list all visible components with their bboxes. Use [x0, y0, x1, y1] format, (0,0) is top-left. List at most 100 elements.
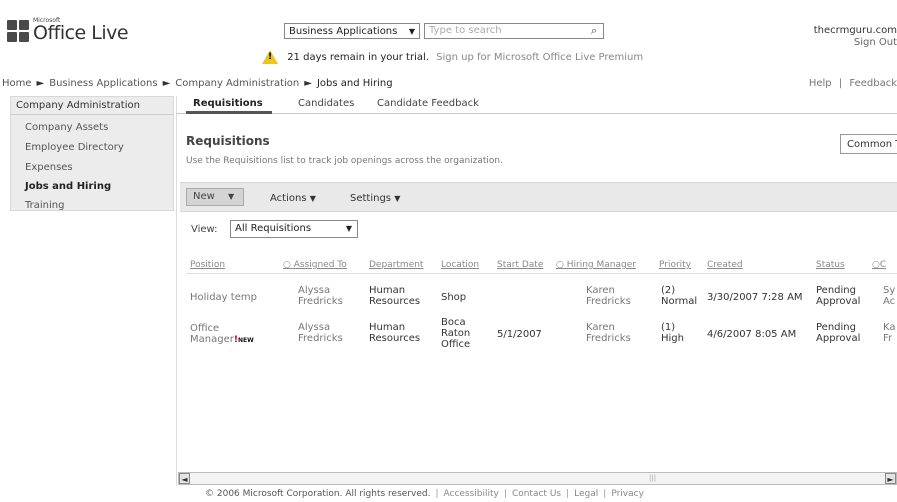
column-header-department[interactable]: Department: [369, 260, 423, 270]
help-separator: |: [838, 78, 843, 89]
feedback-link[interactable]: Feedback: [849, 78, 897, 89]
brand-name: Office Live: [33, 22, 129, 44]
column-header-location[interactable]: Location: [441, 260, 479, 270]
column-filter-icon: ○: [872, 260, 880, 270]
column-filter-icon: ○: [556, 260, 564, 270]
scroll-right-icon[interactable]: ►: [885, 473, 896, 484]
breadcrumb-business-applications[interactable]: Business Applications: [49, 78, 157, 89]
footer-link-legal[interactable]: Legal: [574, 489, 598, 499]
cell-location: Boca Raton Office: [441, 317, 471, 350]
active-tab-indicator: [186, 111, 272, 114]
breadcrumb-arrow-icon: ►: [304, 78, 312, 89]
help-link[interactable]: Help: [809, 78, 832, 89]
office-live-logo[interactable]: Microsoft Office Live: [7, 17, 157, 49]
cell-department: Human Resources: [369, 285, 421, 307]
sidebar-item-training[interactable]: Training: [25, 200, 64, 211]
footer: © 2006 Microsoft Corporation. All rights…: [205, 489, 644, 499]
search-placeholder: Type to search: [429, 25, 502, 36]
cell-status: Pending Approval: [816, 322, 861, 344]
sidebar-item-employee-directory[interactable]: Employee Directory: [25, 142, 124, 153]
column-header-assigned-to-label: Assigned To: [293, 260, 347, 270]
breadcrumb-home[interactable]: Home: [2, 78, 32, 89]
footer-link-contact-us[interactable]: Contact Us: [512, 489, 561, 499]
cell-status: Pending Approval: [816, 285, 861, 307]
office-logo-icon: [7, 20, 29, 42]
sign-out-link[interactable]: Sign Out: [814, 37, 897, 49]
cell-start-date: 5/1/2007: [497, 329, 542, 340]
view-select[interactable]: All Requisitions ▼: [230, 220, 358, 238]
tab-candidates[interactable]: Candidates: [298, 98, 354, 109]
view-label: View:: [191, 224, 218, 235]
column-header-partial-label: C: [879, 260, 887, 270]
cell-created: 3/30/2007 7:28 AM: [707, 292, 803, 303]
cell-truncated: Sy Ac: [883, 285, 896, 307]
page-title: Requisitions: [186, 134, 270, 148]
premium-signup-link[interactable]: Sign up for Microsoft Office Live Premiu…: [436, 52, 643, 63]
column-header-assigned-to[interactable]: ○ Assigned To: [283, 260, 347, 270]
cell-assigned-to: Alyssa Fredricks: [298, 322, 343, 344]
search-scope-select[interactable]: Business Applications ▼: [284, 23, 420, 39]
account-area: thecrmguru.com Sign Out: [814, 25, 897, 49]
column-header-created[interactable]: Created: [707, 260, 743, 270]
cell-position-line: Office: [190, 323, 220, 334]
view-dropdown-arrow-icon: ▼: [345, 224, 352, 233]
sidebar-item-expenses[interactable]: Expenses: [25, 162, 73, 173]
breadcrumb-company-administration[interactable]: Company Administration: [175, 78, 299, 89]
content-divider: [176, 96, 177, 486]
new-dropdown-arrow-icon: ▼: [228, 192, 235, 201]
actions-menu[interactable]: Actions ▼: [270, 193, 316, 204]
actions-dropdown-arrow-icon: ▼: [309, 194, 316, 203]
settings-menu-label: Settings: [350, 193, 392, 204]
cell-created: 4/6/2007 8:05 AM: [707, 329, 797, 340]
breadcrumb-arrow-icon: ►: [162, 78, 171, 89]
footer-link-privacy[interactable]: Privacy: [611, 489, 644, 499]
sidebar-header[interactable]: Company Administration: [11, 97, 173, 115]
footer-separator: |: [503, 489, 507, 499]
column-filter-icon: ○: [283, 260, 291, 270]
cell-position[interactable]: Holiday temp: [190, 292, 257, 303]
cell-priority: (1) High: [661, 322, 684, 344]
cell-department: Human Resources: [369, 322, 421, 344]
breadcrumb-arrow-icon: ►: [36, 78, 45, 89]
sidebar-item-company-assets[interactable]: Company Assets: [25, 122, 108, 133]
scroll-left-icon[interactable]: ◄: [179, 473, 190, 484]
sidebar: Company Administration Company Assets Em…: [10, 96, 174, 211]
new-button-label: New: [193, 191, 215, 202]
column-header-hiring-manager-label: Hiring Manager: [566, 260, 636, 270]
tab-candidate-feedback[interactable]: Candidate Feedback: [377, 98, 479, 109]
column-header-hiring-manager[interactable]: ○ Hiring Manager: [556, 260, 636, 270]
trial-notice: ! 21 days remain in your trial. Sign up …: [262, 50, 643, 64]
cell-priority: (2) Normal: [661, 285, 698, 307]
cell-position-line: Manager!NEW: [190, 334, 254, 345]
search-icon[interactable]: ⌕: [591, 24, 597, 38]
horizontal-scrollbar[interactable]: ◄ ||| ►: [178, 472, 897, 485]
column-header-position[interactable]: Position: [190, 260, 225, 270]
help-links: Help | Feedback: [809, 78, 897, 89]
new-button[interactable]: New ▼: [186, 188, 244, 206]
account-name: thecrmguru.com: [813, 25, 897, 36]
cell-position[interactable]: Office Manager!NEW: [190, 323, 270, 346]
copyright: © 2006 Microsoft Corporation. All rights…: [205, 489, 431, 499]
settings-dropdown-arrow-icon: ▼: [394, 194, 401, 203]
footer-separator: |: [566, 489, 570, 499]
column-header-priority[interactable]: Priority: [659, 260, 691, 270]
column-header-partial[interactable]: ○C: [872, 260, 886, 270]
footer-link-accessibility[interactable]: Accessibility: [444, 489, 499, 499]
view-select-value: All Requisitions: [235, 223, 312, 234]
tab-bar-line: [176, 113, 897, 114]
settings-menu[interactable]: Settings ▼: [350, 193, 400, 204]
scroll-grip-icon[interactable]: |||: [649, 474, 656, 482]
footer-separator: |: [603, 489, 607, 499]
tab-requisitions[interactable]: Requisitions: [193, 98, 263, 109]
page-description: Use the Requisitions list to track job o…: [186, 156, 503, 166]
common-tasks-button[interactable]: Common T: [840, 134, 897, 154]
sidebar-item-jobs-and-hiring[interactable]: Jobs and Hiring: [25, 181, 111, 192]
actions-menu-label: Actions: [270, 193, 307, 204]
cell-assigned-to: Alyssa Fredricks: [298, 285, 343, 307]
breadcrumb-jobs-and-hiring: Jobs and Hiring: [316, 78, 393, 89]
column-header-status[interactable]: Status: [816, 260, 845, 270]
column-header-start-date[interactable]: Start Date: [497, 260, 543, 270]
cell-hiring-manager: Karen Fredricks: [586, 322, 631, 344]
cell-hiring-manager: Karen Fredricks: [586, 285, 631, 307]
search-input[interactable]: Type to search ⌕: [424, 23, 604, 39]
